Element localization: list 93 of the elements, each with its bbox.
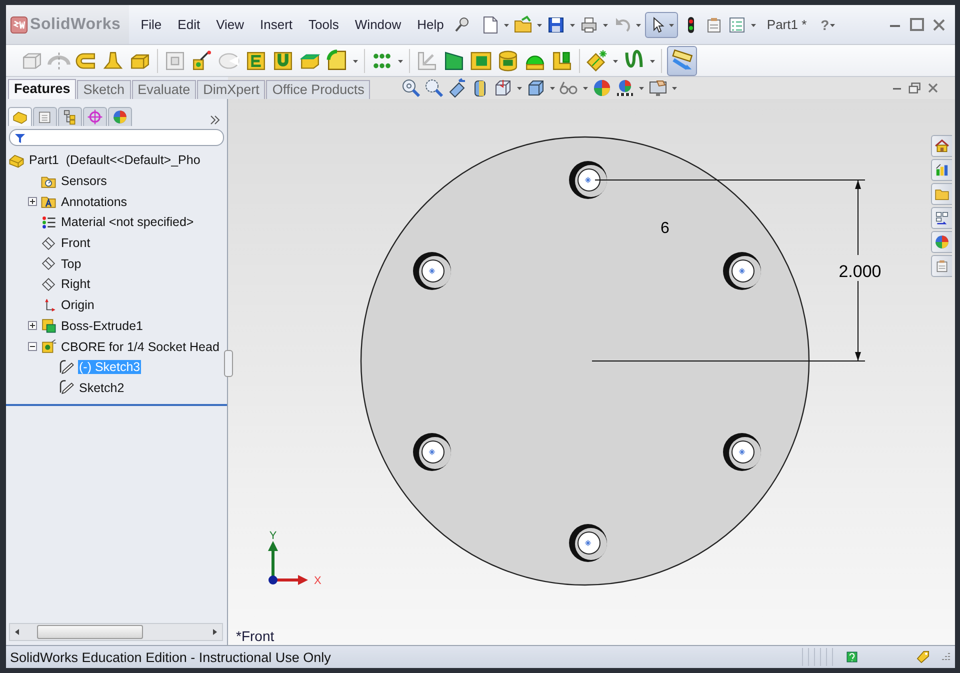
diamond-icon[interactable] bbox=[585, 48, 609, 72]
panel-tab[interactable] bbox=[108, 107, 132, 126]
panel-tab[interactable] bbox=[8, 107, 32, 126]
menu-item[interactable]: View bbox=[208, 15, 252, 34]
save-icon[interactable] bbox=[546, 14, 566, 34]
tree-item[interactable]: Origin bbox=[60, 298, 96, 312]
plane-icon[interactable] bbox=[40, 276, 57, 293]
tree-item[interactable]: Boss-Extrude1 bbox=[60, 318, 144, 333]
fillet-icon[interactable] bbox=[325, 48, 349, 72]
appearance-sphere-icon[interactable] bbox=[934, 234, 950, 250]
chevron-icon[interactable] bbox=[209, 114, 221, 126]
hole-count-note[interactable]: 6 bbox=[660, 220, 670, 237]
clipboard-icon[interactable] bbox=[934, 258, 950, 274]
collapse-toggle-icon[interactable] bbox=[28, 342, 37, 352]
sketch-icon[interactable] bbox=[58, 379, 75, 396]
expand-toggle-icon[interactable] bbox=[28, 197, 37, 206]
horizontal-scrollbar[interactable] bbox=[9, 623, 223, 641]
counterbore-hole bbox=[569, 524, 607, 562]
scene-icon[interactable] bbox=[615, 78, 636, 98]
measure-button[interactable] bbox=[667, 46, 697, 76]
material-icon[interactable] bbox=[40, 214, 57, 231]
tree-item[interactable]: Sketch2 bbox=[78, 380, 126, 395]
panel-tab[interactable] bbox=[83, 107, 107, 126]
tag-icon[interactable] bbox=[915, 649, 931, 665]
tree-item[interactable]: Front bbox=[60, 236, 92, 250]
monitor-icon[interactable] bbox=[648, 78, 668, 98]
property-tab-icon bbox=[37, 109, 53, 125]
list-icon[interactable] bbox=[726, 14, 747, 34]
panel-tab[interactable] bbox=[58, 107, 82, 126]
tree-item[interactable]: Part1 (Default<<Default>_Pho bbox=[28, 153, 202, 168]
axis-triad-drawing bbox=[268, 541, 308, 585]
axis-label: Y bbox=[269, 530, 277, 542]
appearance-sphere-icon[interactable] bbox=[592, 78, 612, 98]
filter-icon bbox=[15, 132, 25, 142]
app-logo-text: SolidWorks bbox=[30, 16, 121, 34]
menu-item[interactable]: Edit bbox=[170, 15, 208, 34]
command-tab[interactable]: Sketch bbox=[77, 80, 131, 99]
scroll-left-icon[interactable] bbox=[13, 628, 21, 636]
zoom-fit-icon[interactable] bbox=[401, 78, 422, 98]
crosshair-tab-icon bbox=[87, 109, 103, 125]
tree-item[interactable]: Sensors bbox=[60, 174, 108, 188]
plane-icon[interactable] bbox=[40, 234, 57, 252]
tree-item[interactable]: Top bbox=[60, 256, 82, 271]
tree-tab-icon bbox=[12, 109, 28, 125]
command-tab[interactable]: DimXpert bbox=[197, 80, 266, 99]
tree-item[interactable]: Material <not specified> bbox=[60, 215, 195, 230]
configuration-tab-icon bbox=[62, 109, 78, 125]
sketch-icon[interactable] bbox=[58, 358, 75, 376]
axis-label: X bbox=[314, 575, 322, 587]
menu-item[interactable]: File bbox=[132, 15, 170, 34]
extrude-icon[interactable] bbox=[40, 317, 57, 334]
dimension-value[interactable]: 2.000 bbox=[838, 262, 882, 281]
wand-icon[interactable] bbox=[190, 48, 214, 72]
menu-item[interactable]: Help bbox=[409, 15, 452, 34]
menu-item[interactable]: Window bbox=[346, 15, 410, 34]
open-folder-icon[interactable] bbox=[512, 14, 533, 34]
counterbore-hole bbox=[723, 433, 761, 471]
command-tab[interactable]: Office Products bbox=[266, 80, 370, 99]
counterbore-hole bbox=[413, 252, 451, 290]
restore-icon[interactable] bbox=[907, 80, 923, 96]
counterbore-hole bbox=[569, 161, 607, 199]
counterbore-hole bbox=[413, 433, 451, 471]
view-orientation-icon[interactable] bbox=[493, 78, 514, 98]
status-text: SolidWorks Education Edition - Instructional Use Only bbox=[10, 650, 331, 664]
help-button[interactable]: ? bbox=[820, 16, 830, 32]
panel-collapse-handle[interactable] bbox=[224, 350, 233, 377]
command-tab[interactable]: Evaluate bbox=[132, 80, 196, 99]
expand-toggle-icon[interactable] bbox=[28, 321, 37, 330]
home-icon[interactable] bbox=[934, 138, 950, 154]
logo-icon bbox=[10, 16, 28, 34]
document-title: Part1 * bbox=[766, 17, 807, 32]
help-icon[interactable] bbox=[845, 650, 859, 664]
counterbore-hole bbox=[723, 252, 761, 290]
select-button[interactable] bbox=[644, 12, 678, 38]
command-tab[interactable]: Features bbox=[8, 79, 76, 99]
resize-grip-icon[interactable] bbox=[939, 651, 951, 663]
cylinder-icon[interactable] bbox=[496, 48, 520, 72]
plane-icon[interactable] bbox=[40, 255, 57, 272]
scroll-right-icon[interactable] bbox=[211, 628, 219, 636]
hole-feature-icon[interactable] bbox=[40, 338, 57, 356]
zoom-area-icon[interactable] bbox=[424, 78, 444, 98]
menu-item[interactable]: Insert bbox=[252, 15, 301, 34]
tree-item[interactable]: CBORE for 1/4 Socket Head bbox=[60, 340, 220, 354]
panel-tab[interactable] bbox=[33, 107, 57, 126]
view-name: *Front bbox=[236, 628, 274, 644]
printer-icon[interactable] bbox=[578, 14, 599, 34]
filter-field[interactable] bbox=[9, 129, 224, 146]
tree-item[interactable]: Annotations bbox=[60, 194, 128, 209]
appearance-tab-icon bbox=[112, 109, 128, 125]
menu-item[interactable]: Tools bbox=[300, 15, 347, 34]
tree-item[interactable]: Right bbox=[60, 277, 92, 292]
display-style-icon[interactable] bbox=[526, 78, 546, 98]
ruler-icon bbox=[670, 48, 694, 72]
